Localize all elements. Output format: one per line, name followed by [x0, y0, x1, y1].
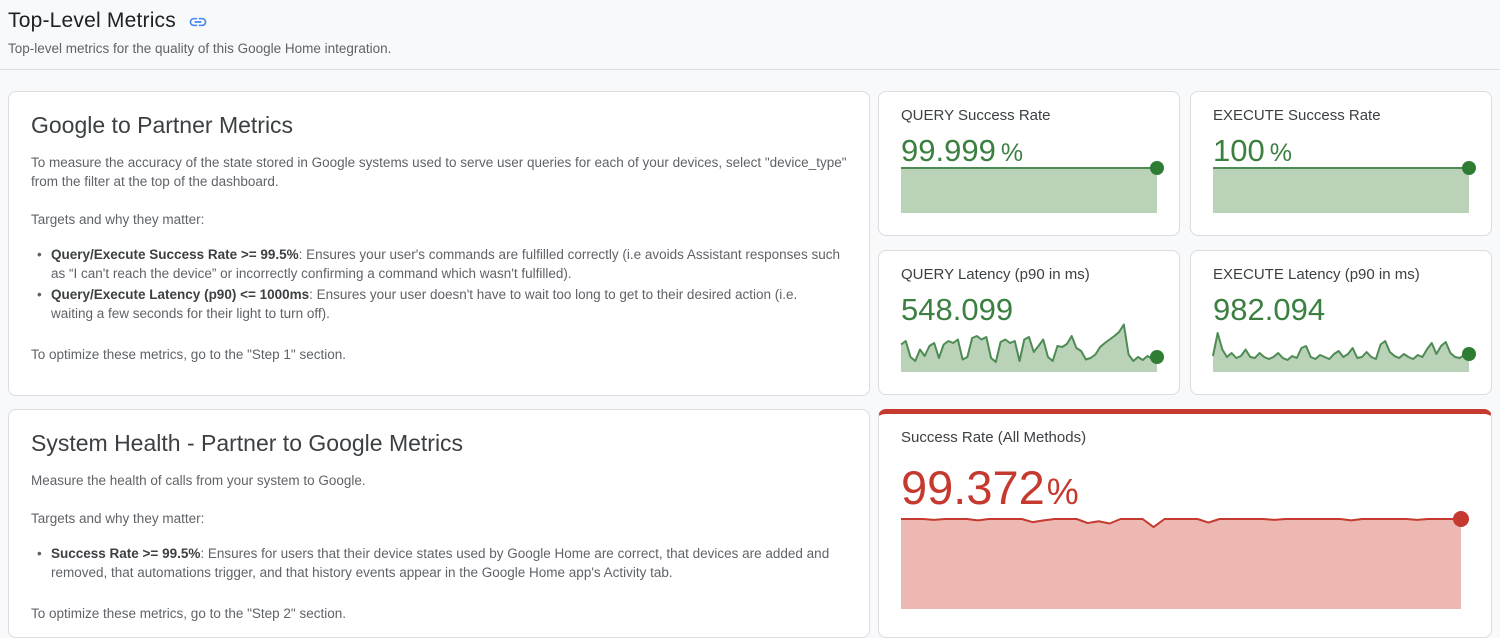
card-intro: To measure the accuracy of the state sto… [31, 153, 847, 191]
metric-value: 100% [1213, 133, 1469, 169]
metric-unit: % [1047, 471, 1079, 512]
metric-title: QUERY Latency (p90 in ms) [901, 266, 1157, 283]
sparkline-chart [901, 168, 1157, 213]
card-title: System Health - Partner to Google Metric… [31, 430, 847, 457]
sparkline-chart [1213, 168, 1469, 213]
targets-label: Targets and why they matter: [31, 509, 847, 528]
description-column: Google to Partner Metrics To measure the… [8, 91, 870, 638]
metric-value: 99.372% [901, 460, 1469, 515]
card-system-health: System Health - Partner to Google Metric… [8, 409, 870, 638]
sparkline-chart [901, 519, 1461, 609]
card-google-to-partner: Google to Partner Metrics To measure the… [8, 91, 870, 396]
sparkline-end-dot [1462, 347, 1476, 361]
metric-unit: % [1001, 139, 1023, 167]
target-bold: Query/Execute Success Rate >= 99.5% [51, 247, 299, 262]
sparkline-end-dot [1462, 161, 1476, 175]
target-item: Query/Execute Latency (p90) <= 1000ms: E… [37, 285, 843, 323]
metric-row-latency: QUERY Latency (p90 in ms) 548.099 EXECUT… [878, 250, 1492, 395]
metric-card-execute-latency: EXECUTE Latency (p90 in ms) 982.094 [1190, 250, 1492, 395]
sparkline-end-dot [1453, 511, 1469, 527]
targets-label: Targets and why they matter: [31, 210, 847, 229]
target-item: Query/Execute Success Rate >= 99.5%: Ens… [37, 245, 843, 283]
card-footer-note: To optimize these metrics, go to the "St… [31, 345, 847, 364]
dashboard-body: Google to Partner Metrics To measure the… [0, 70, 1500, 638]
targets-list: Query/Execute Success Rate >= 99.5%: Ens… [37, 245, 847, 323]
metric-value: 99.999% [901, 133, 1157, 169]
page-subtitle: Top-level metrics for the quality of thi… [8, 41, 1492, 56]
target-item: Success Rate >= 99.5%: Ensures for users… [37, 544, 843, 582]
metric-card-query-latency: QUERY Latency (p90 in ms) 548.099 [878, 250, 1180, 395]
metric-row-success: QUERY Success Rate 99.999% EXECUTE Succe… [878, 91, 1492, 236]
card-title: Google to Partner Metrics [31, 112, 847, 139]
card-intro: Measure the health of calls from your sy… [31, 471, 847, 490]
metric-title: QUERY Success Rate [901, 107, 1157, 124]
sparkline-end-dot [1150, 350, 1164, 364]
metric-title: EXECUTE Success Rate [1213, 107, 1469, 124]
sparkline-chart [901, 322, 1157, 372]
link-icon[interactable] [188, 12, 208, 32]
target-bold: Query/Execute Latency (p90) <= 1000ms [51, 287, 309, 302]
page-title: Top-Level Metrics [8, 9, 176, 33]
metrics-column: QUERY Success Rate 99.999% EXECUTE Succe… [878, 91, 1492, 638]
sparkline-end-dot [1150, 161, 1164, 175]
sparkline-chart [1213, 322, 1469, 372]
metric-title: EXECUTE Latency (p90 in ms) [1213, 266, 1469, 283]
page-header: Top-Level Metrics Top-level metrics for … [0, 0, 1500, 56]
metric-title: Success Rate (All Methods) [901, 429, 1469, 446]
metric-card-all-methods: Success Rate (All Methods) 99.372% [878, 409, 1492, 638]
target-bold: Success Rate >= 99.5% [51, 546, 200, 561]
metric-card-execute-success: EXECUTE Success Rate 100% [1190, 91, 1492, 236]
metric-card-query-success: QUERY Success Rate 99.999% [878, 91, 1180, 236]
targets-list: Success Rate >= 99.5%: Ensures for users… [37, 544, 847, 582]
metric-unit: % [1270, 139, 1292, 167]
card-footer-note: To optimize these metrics, go to the "St… [31, 604, 847, 623]
